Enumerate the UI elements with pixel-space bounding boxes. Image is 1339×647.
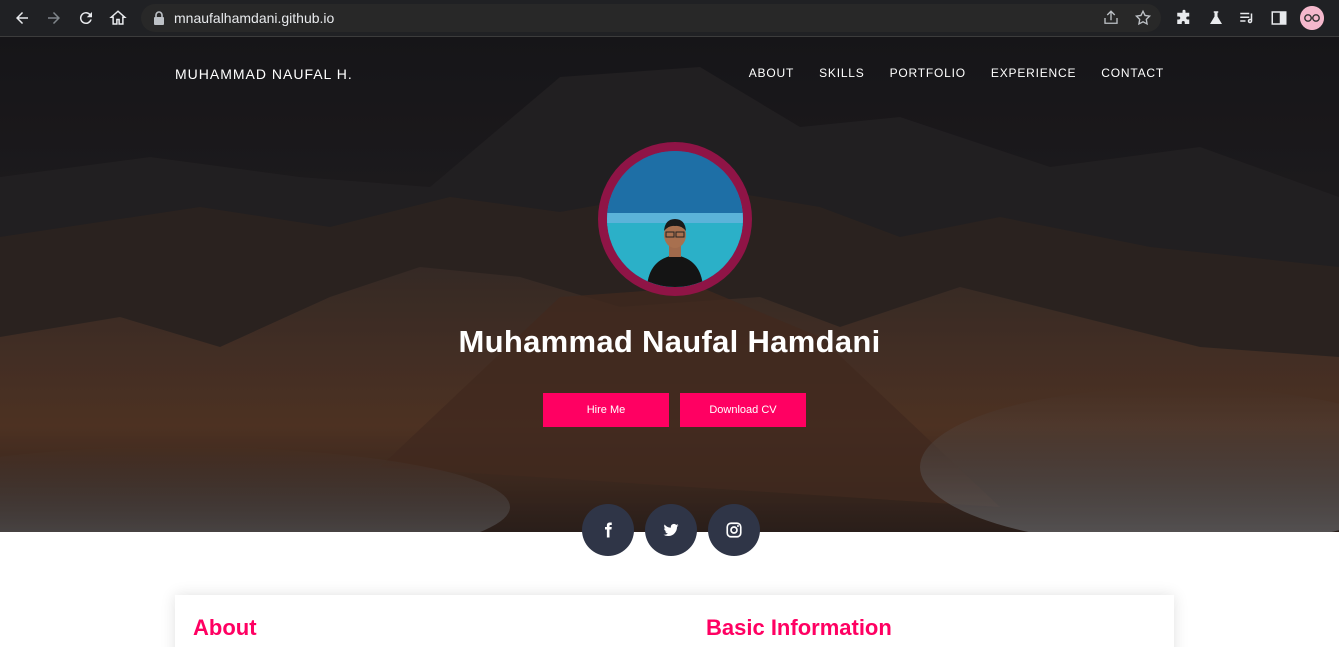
forward-icon[interactable] <box>42 6 66 30</box>
url-text[interactable]: mnaufalhamdani.github.io <box>174 10 334 26</box>
about-card: About Basic Information <box>175 595 1174 647</box>
nav-portfolio[interactable]: PORTFOLIO <box>890 66 966 80</box>
side-panel-icon[interactable] <box>1270 9 1288 27</box>
star-icon[interactable] <box>1134 9 1152 27</box>
lock-icon <box>154 11 164 25</box>
hero-name: Muhammad Naufal Hamdani <box>458 324 881 359</box>
basic-information-heading: Basic Information <box>706 615 892 640</box>
reload-icon[interactable] <box>74 6 98 30</box>
reading-list-icon[interactable] <box>1238 9 1256 27</box>
nav-skills[interactable]: SKILLS <box>819 66 865 80</box>
twitter-icon[interactable] <box>645 504 697 556</box>
download-cv-button[interactable]: Download CV <box>680 393 806 427</box>
hire-me-button[interactable]: Hire Me <box>543 393 669 427</box>
facebook-icon[interactable] <box>582 504 634 556</box>
extensions-icon[interactable] <box>1175 9 1193 27</box>
hero-section: MUHAMMAD NAUFAL H. ABOUT SKILLS PORTFOLI… <box>0 37 1339 532</box>
nav-contact[interactable]: CONTACT <box>1101 66 1164 80</box>
nav-about[interactable]: ABOUT <box>749 66 794 80</box>
share-icon[interactable] <box>1102 9 1120 27</box>
about-heading: About <box>193 615 257 640</box>
nav-experience[interactable]: EXPERIENCE <box>991 66 1076 80</box>
address-bar[interactable]: mnaufalhamdani.github.io <box>141 4 1161 32</box>
main-nav: ABOUT SKILLS PORTFOLIO EXPERIENCE CONTAC… <box>749 66 1164 80</box>
labs-icon[interactable] <box>1207 9 1225 27</box>
profile-avatar[interactable] <box>1300 6 1324 30</box>
home-icon[interactable] <box>106 6 130 30</box>
profile-photo <box>598 142 752 296</box>
brand-logo[interactable]: MUHAMMAD NAUFAL H. <box>175 66 353 82</box>
browser-toolbar: mnaufalhamdani.github.io <box>0 0 1339 37</box>
back-icon[interactable] <box>10 6 34 30</box>
instagram-icon[interactable] <box>708 504 760 556</box>
